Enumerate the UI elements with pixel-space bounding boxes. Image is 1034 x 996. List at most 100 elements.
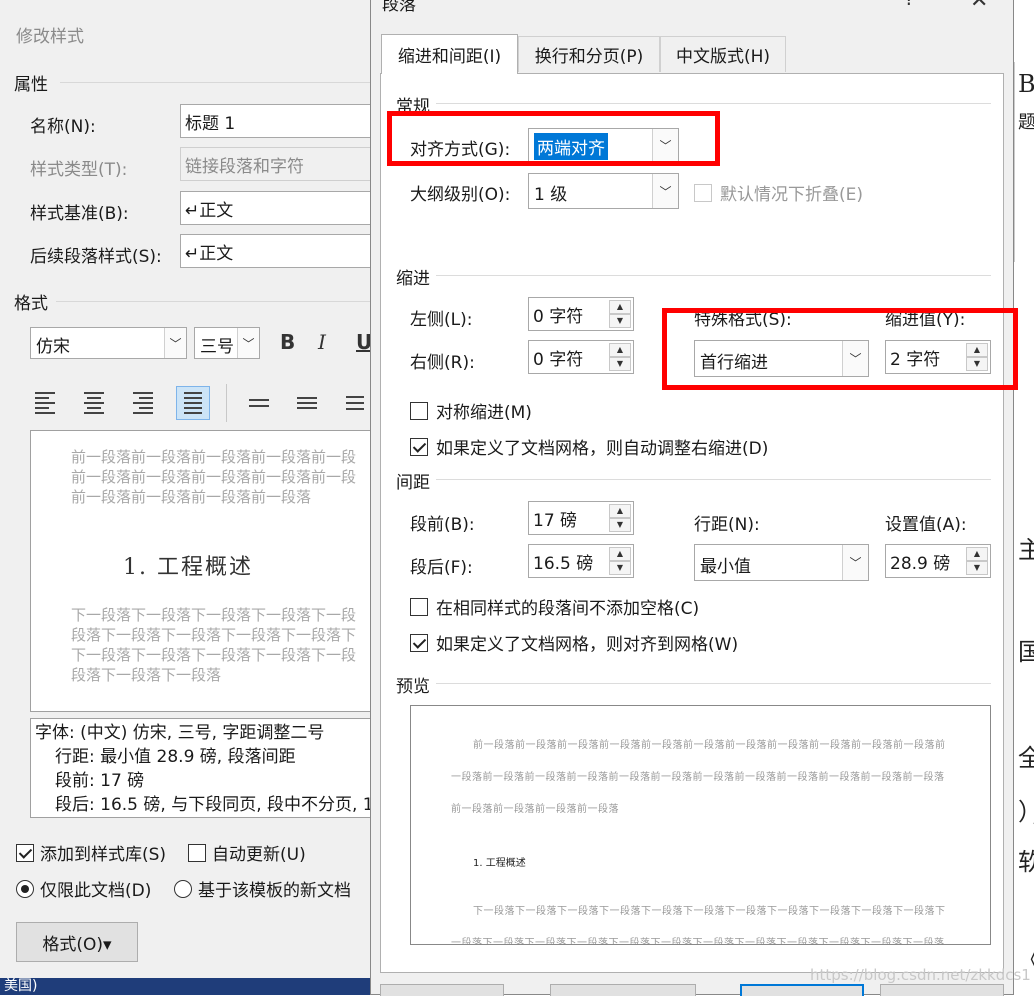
line-spacing-single-icon[interactable] bbox=[242, 386, 276, 420]
space-after-value: 16.5 磅 bbox=[533, 554, 594, 574]
spin-up-icon[interactable]: ▲ bbox=[609, 343, 631, 357]
no-space-same-style-checkbox[interactable]: 在相同样式的段落间不添加空格(C) bbox=[410, 594, 699, 619]
based-on-label: 样式基准(B): bbox=[30, 204, 129, 224]
line-spacing-select[interactable]: 最小值 ﹀ bbox=[694, 544, 869, 581]
preview-after-line: 下一段落下一段落下一段落下一段落下一段 bbox=[71, 646, 357, 664]
radio-selected-icon bbox=[16, 879, 34, 898]
spin-down-icon[interactable]: ▼ bbox=[609, 518, 631, 532]
auto-update-label: 自动更新(U) bbox=[212, 845, 306, 865]
spin-down-icon[interactable]: ▼ bbox=[966, 561, 988, 575]
space-before-spinner[interactable]: 17 磅 ▲ ▼ bbox=[528, 501, 634, 535]
help-icon[interactable]: ? bbox=[904, 0, 915, 10]
space-after-spinner[interactable]: 16.5 磅 ▲ ▼ bbox=[528, 544, 634, 578]
outline-level-select[interactable]: 1 级 ﹀ bbox=[528, 173, 679, 209]
annotation-highlight bbox=[387, 111, 720, 166]
ok-button[interactable] bbox=[740, 984, 864, 996]
paragraph-preview: 前一段落前一段落前一段落前一段落前一段落前一段落前一段落前一段落前一段落前一段落… bbox=[410, 705, 991, 945]
right-indent-label: 右侧(R): bbox=[410, 353, 475, 373]
preview-before-line: 前一段落前一段落前一段落前一段落前一段 bbox=[71, 468, 357, 486]
auto-adjust-checkbox[interactable]: 如果定义了文档网格，则自动调整右缩进(D) bbox=[410, 434, 768, 459]
align-justify-icon[interactable] bbox=[176, 386, 210, 420]
style-type-label: 样式类型(T): bbox=[30, 160, 128, 180]
preview-heading: 1. 工程概述 bbox=[123, 555, 253, 580]
spin-up-icon[interactable]: ▲ bbox=[609, 504, 631, 518]
close-icon[interactable]: ✕ bbox=[970, 0, 988, 13]
preview-before-line: 前一段落前一段落前一段落前一段落 bbox=[71, 488, 312, 506]
no-space-same-style-label: 在相同样式的段落间不添加空格(C) bbox=[436, 599, 700, 619]
left-indent-value: 0 字符 bbox=[533, 307, 584, 327]
preview-after-line: 段落下一段落下一段落 bbox=[71, 666, 222, 684]
divider bbox=[436, 103, 991, 104]
line-spacing-label: 行距(N): bbox=[694, 515, 760, 535]
spin-down-icon[interactable]: ▼ bbox=[609, 561, 631, 575]
style-type-select: 链接段落和字符 bbox=[180, 147, 380, 181]
checkbox-checked-icon bbox=[410, 633, 428, 652]
style-preview: 前一段落前一段落前一段落前一段落前一段 前一段落前一段落前一段落前一段落前一段 … bbox=[30, 430, 380, 712]
based-on-select[interactable]: ↵正文 bbox=[180, 191, 380, 225]
checkbox-checked-icon bbox=[16, 843, 34, 862]
doc-char: 国 bbox=[1018, 638, 1034, 666]
collapsed-label: 默认情况下折叠(E) bbox=[720, 185, 864, 205]
format-menu-button[interactable]: 格式(O)▾ bbox=[16, 922, 138, 962]
italic-button[interactable]: I bbox=[318, 330, 326, 354]
tab-indents-spacing[interactable]: 缩进和间距(I) bbox=[381, 34, 518, 74]
preview-before-line: 一段落前一段落前一段落前一段落前一段落前一段落前一段落前一段落前一段落前一段落前… bbox=[451, 772, 945, 783]
preview-before-line: 前一段落前一段落前一段落前一段落前一段 bbox=[71, 448, 357, 466]
next-style-select[interactable]: ↵正文 bbox=[180, 234, 380, 268]
left-indent-spinner[interactable]: 0 字符 ▲ ▼ bbox=[528, 297, 634, 331]
tab-asian-typography[interactable]: 中文版式(H) bbox=[660, 36, 786, 72]
preview-section-label: 预览 bbox=[396, 677, 430, 697]
add-to-gallery-label: 添加到样式库(S) bbox=[40, 845, 167, 865]
auto-update-checkbox[interactable]: 自动更新(U) bbox=[188, 840, 306, 865]
mirror-indents-checkbox[interactable]: 对称缩进(M) bbox=[410, 398, 532, 423]
tab-line-page-breaks[interactable]: 换行和分页(P) bbox=[518, 36, 660, 72]
font-value: 仿宋 bbox=[36, 337, 70, 357]
size-select[interactable]: 三号 ﹀ bbox=[194, 327, 260, 359]
divider bbox=[60, 82, 370, 83]
spin-up-icon[interactable]: ▲ bbox=[966, 547, 988, 561]
name-label: 名称(N): bbox=[30, 117, 96, 137]
checkbox-icon bbox=[188, 843, 206, 862]
bold-button[interactable]: B bbox=[280, 330, 295, 354]
font-select[interactable]: 仿宋 ﹀ bbox=[30, 327, 187, 359]
snap-to-grid-checkbox[interactable]: 如果定义了文档网格，则对齐到网格(W) bbox=[410, 630, 738, 655]
align-right-icon[interactable] bbox=[126, 386, 160, 420]
doc-char: 主 bbox=[1018, 536, 1034, 564]
spin-down-icon[interactable]: ▼ bbox=[609, 314, 631, 328]
cancel-button[interactable] bbox=[880, 984, 1004, 996]
properties-group-label: 属性 bbox=[14, 75, 48, 95]
align-center-icon[interactable] bbox=[77, 386, 111, 420]
next-style-label: 后续段落样式(S): bbox=[30, 247, 162, 267]
right-indent-spinner[interactable]: 0 字符 ▲ ▼ bbox=[528, 340, 634, 374]
line-spacing-double-icon[interactable] bbox=[338, 386, 372, 420]
divider bbox=[226, 384, 227, 422]
checkbox-icon bbox=[410, 401, 428, 420]
doc-char: 全 bbox=[1018, 744, 1034, 772]
space-before-value: 17 磅 bbox=[533, 511, 578, 531]
name-input[interactable]: 标题 1 bbox=[180, 104, 380, 138]
line-spacing-at-spinner[interactable]: 28.9 磅 ▲ ▼ bbox=[885, 544, 991, 578]
tabs-button[interactable] bbox=[380, 984, 504, 996]
line-spacing-onehalf-icon[interactable] bbox=[290, 386, 324, 420]
preview-after-line: 段落下一段落下一段落下一段落下一段落下 bbox=[71, 626, 357, 644]
chevron-down-icon: ﹀ bbox=[842, 545, 868, 580]
only-this-doc-label: 仅限此文档(D) bbox=[40, 881, 152, 901]
chevron-down-icon: ﹀ bbox=[164, 328, 186, 358]
new-docs-radio[interactable]: 基于该模板的新文档 bbox=[174, 876, 351, 901]
doc-char: B bbox=[1018, 70, 1034, 98]
spin-down-icon[interactable]: ▼ bbox=[609, 357, 631, 371]
size-value: 三号 bbox=[200, 337, 234, 357]
spacing-section-label: 间距 bbox=[396, 473, 430, 493]
preview-after-line: 下一段落下一段落下一段落下一段落下一段 bbox=[71, 606, 357, 624]
spin-up-icon[interactable]: ▲ bbox=[609, 547, 631, 561]
only-this-doc-radio[interactable]: 仅限此文档(D) bbox=[16, 876, 151, 901]
add-to-gallery-checkbox[interactable]: 添加到样式库(S) bbox=[16, 840, 166, 865]
snap-to-grid-label: 如果定义了文档网格，则对齐到网格(W) bbox=[436, 635, 739, 655]
line-spacing-at-value: 28.9 磅 bbox=[890, 554, 951, 574]
set-default-button[interactable] bbox=[550, 984, 696, 996]
spin-up-icon[interactable]: ▲ bbox=[609, 300, 631, 314]
doc-char: 软 bbox=[1018, 848, 1034, 876]
divider bbox=[436, 275, 991, 276]
dialog-title: 段落 bbox=[382, 0, 416, 15]
align-left-icon[interactable] bbox=[28, 386, 62, 420]
